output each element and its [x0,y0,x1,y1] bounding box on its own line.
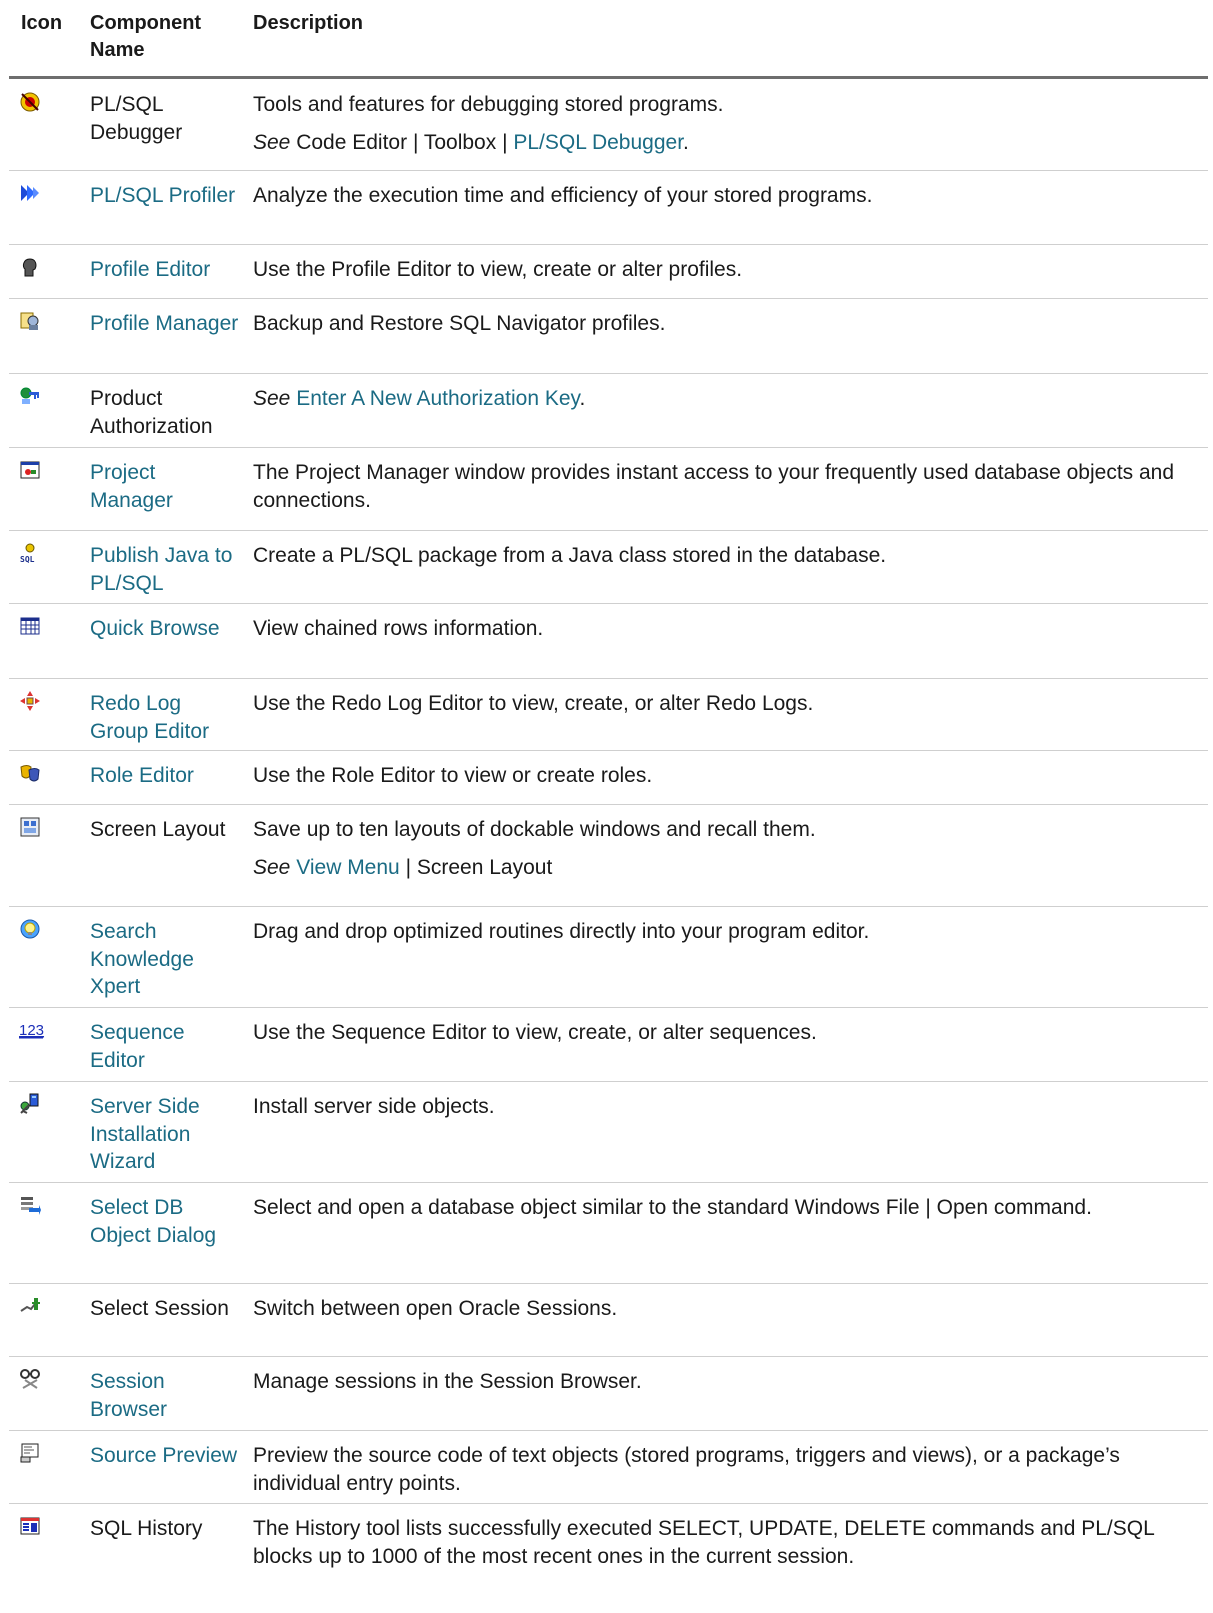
component-name: PL/SQL Debugger [90,93,183,144]
table-row: Server Side Installation Wizard Install … [9,1081,1208,1183]
key-icon [19,385,41,407]
description: Drag and drop optimized routines directl… [253,920,870,943]
see-link-pl-sql-debugger[interactable]: PL/SQL Debugger [513,131,683,154]
component-name-link[interactable]: Sequence Editor [90,1019,240,1074]
table-row: PL/SQL Profiler Analyze the execution ti… [9,170,1208,245]
component-name-link[interactable]: Server Side Installation Wizard [90,1093,240,1176]
table-row: Product Authorization See Enter A New Au… [9,373,1208,448]
table-row: Source Preview Preview the source code o… [9,1430,1208,1504]
table-row: Profile Manager Backup and Restore SQL N… [9,298,1208,374]
description: View chained rows information. [253,617,544,640]
table-row: Select DB Object Dialog Select and open … [9,1182,1208,1284]
profile-editor-icon [19,256,41,278]
description: Use the Profile Editor to view, create o… [253,258,743,281]
description: See Enter A New Authorization Key. [253,385,1183,423]
description-text: Save up to ten layouts of dockable windo… [253,818,816,841]
table-row: SQL Publish Java to PL/SQL Create a PL/S… [9,530,1208,604]
profiler-icon [19,182,41,204]
description-text: Tools and features for debugging stored … [253,93,724,116]
description: Use the Role Editor to view or create ro… [253,764,653,787]
header-component-name: Component Name [90,12,202,61]
table-row: PL/SQL Debugger Tools and features for d… [9,79,1208,171]
see-link-view-menu[interactable]: View Menu [296,856,400,879]
see-link-authorization-key[interactable]: Enter A New Authorization Key [296,387,579,410]
table-row: Redo Log Group Editor Use the Redo Log E… [9,678,1208,751]
component-name-link[interactable]: Role Editor [90,762,240,790]
description: Create a PL/SQL package from a Java clas… [253,544,887,567]
table-row: Project Manager The Project Manager wind… [9,447,1208,531]
table-row: Search Knowledge Xpert Drag and drop opt… [9,906,1208,1008]
sql-history-icon [19,1515,41,1537]
component-name: Select Session [90,1297,229,1320]
component-name-link[interactable]: Profile Editor [90,256,240,284]
profile-manager-icon [19,310,41,332]
description: The History tool lists successfully exec… [253,1517,1155,1568]
see-also: See Enter A New Authorization Key. [253,385,1183,413]
description: Manage sessions in the Session Browser. [253,1370,642,1393]
source-preview-icon [19,1442,41,1464]
table-row: Select Session Switch between open Oracl… [9,1283,1208,1357]
component-name-link[interactable]: Session Browser [90,1368,240,1423]
component-name-link[interactable]: Publish Java to PL/SQL [90,542,240,597]
description: Use the Sequence Editor to view, create,… [253,1021,817,1044]
grid-icon [19,615,41,637]
see-also: See View Menu | Screen Layout [253,854,1183,882]
table-row: Quick Browse View chained rows informati… [9,603,1208,679]
description: Analyze the execution time and efficienc… [253,184,873,207]
sequence-icon: 123 [19,1019,44,1041]
description: Tools and features for debugging stored … [253,91,1183,166]
header-icon: Icon [21,12,63,34]
table-row: Session Browser Manage sessions in the S… [9,1356,1208,1431]
component-name-link[interactable]: Select DB Object Dialog [90,1194,240,1249]
description: Save up to ten layouts of dockable windo… [253,816,1183,891]
session-icon [19,1295,41,1317]
svg-text:123: 123 [19,1022,44,1039]
see-text: Code Editor | Toolbox | [290,130,514,154]
publish-java-icon: SQL [19,542,41,564]
component-name-link[interactable]: Profile Manager [90,310,240,338]
redo-log-icon [19,690,41,712]
description: Switch between open Oracle Sessions. [253,1297,618,1320]
table-row: 123 Sequence Editor Use the Sequence Edi… [9,1007,1208,1082]
component-name-link[interactable]: Quick Browse [90,615,240,643]
table-row: Role Editor Use the Role Editor to view … [9,750,1208,805]
component-name-link[interactable]: PL/SQL Profiler [90,182,240,210]
component-name-link[interactable]: Source Preview [90,1442,240,1470]
component-name: Screen Layout [90,818,226,841]
server-install-icon [19,1093,41,1115]
table-row: Screen Layout Save up to ten layouts of … [9,804,1208,907]
description: Use the Redo Log Editor to view, create,… [253,692,814,715]
header-description: Description [253,12,364,34]
component-name: SQL History [90,1517,203,1540]
lightbulb-icon [19,918,41,940]
description: Install server side objects. [253,1095,495,1118]
see-also: See Code Editor | Toolbox | PL/SQL Debug… [253,129,1183,157]
table-header: Icon Component Name Description [0,0,1213,79]
see-prefix: See [253,387,291,410]
svg-text:SQL: SQL [20,555,35,564]
component-name: Product Authorization [90,387,213,438]
see-suffix: | Screen Layout [399,855,553,879]
debugger-icon [19,91,41,113]
description: Backup and Restore SQL Navigator profile… [253,312,666,335]
component-name-link[interactable]: Project Manager [90,459,240,514]
description: Preview the source code of text objects … [253,1444,1120,1495]
description: The Project Manager window provides inst… [253,461,1175,512]
see-prefix: See [253,130,291,154]
table-row: Profile Editor Use the Profile Editor to… [9,244,1208,299]
see-suffix: . [579,387,586,410]
session-browser-icon [19,1368,41,1390]
description: Select and open a database object simila… [253,1196,1092,1219]
table-row: SQL History The History tool lists succe… [9,1503,1208,1613]
component-name-link[interactable]: Redo Log Group Editor [90,690,240,745]
screen-layout-icon [19,816,41,838]
select-db-object-icon [19,1194,41,1216]
see-prefix: See [253,855,291,879]
project-manager-icon [19,459,41,481]
see-suffix: . [683,130,689,154]
role-editor-icon [19,762,41,784]
component-name-link[interactable]: Search Knowledge Xpert [90,918,240,1001]
